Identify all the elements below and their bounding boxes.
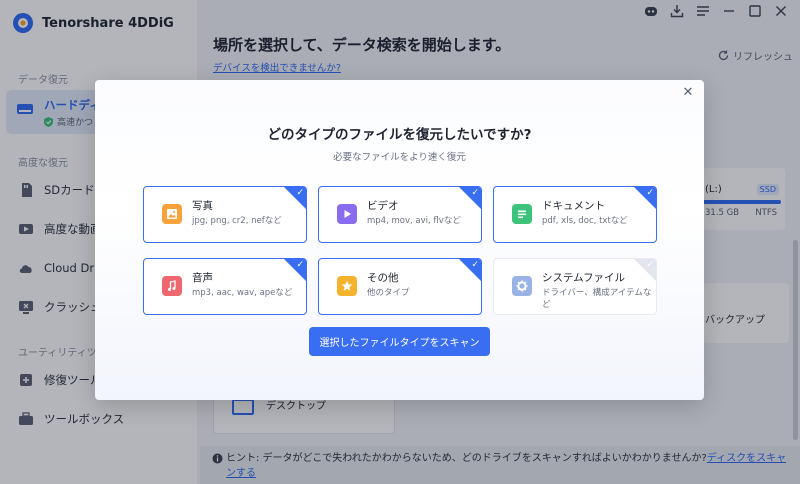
- file-type-card-system[interactable]: ✓ システムファイル ドライバー、構成アイテムなど: [493, 258, 657, 315]
- file-type-extensions: mp4, mov, avi, flvなど: [367, 216, 461, 226]
- close-icon[interactable]: ✕: [680, 84, 696, 100]
- file-type-name: ドキュメント: [542, 200, 605, 212]
- file-type-dialog: ✕ どのタイプのファイルを復元したいですか? 必要なファイルをより速く復元 ✓ …: [95, 80, 704, 400]
- file-type-card-other[interactable]: ✓ その他 他のタイプ: [318, 258, 482, 315]
- check-icon: ✓: [471, 188, 479, 198]
- scan-selected-types-button[interactable]: 選択したファイルタイプをスキャン: [309, 327, 490, 356]
- check-icon: ✓: [296, 260, 304, 270]
- file-type-extensions: pdf, xls, doc, txtなど: [542, 216, 628, 226]
- file-type-extensions: ドライバー、構成アイテムなど: [542, 288, 652, 310]
- video-play-icon: [337, 204, 357, 224]
- file-type-extensions: 他のタイプ: [367, 288, 410, 298]
- star-icon: [337, 276, 357, 296]
- check-icon: ✓: [296, 188, 304, 198]
- music-icon: [162, 276, 182, 296]
- file-type-extensions: jpg, png, cr2, nefなど: [192, 216, 282, 226]
- check-icon: ✓: [646, 188, 654, 198]
- dialog-subtitle: 必要なファイルをより速く復元: [333, 152, 466, 163]
- file-type-name: 音声: [192, 272, 213, 284]
- check-icon: ✓: [471, 260, 479, 270]
- file-type-card-document[interactable]: ✓ ドキュメント pdf, xls, doc, txtなど: [493, 186, 657, 243]
- gear-icon: [512, 276, 532, 296]
- file-type-card-photo[interactable]: ✓ 写真 jpg, png, cr2, nefなど: [143, 186, 307, 243]
- file-type-name: その他: [367, 272, 399, 284]
- document-icon: [512, 204, 532, 224]
- file-type-card-video[interactable]: ✓ ビデオ mp4, mov, avi, flvなど: [318, 186, 482, 243]
- file-type-name: システムファイル: [542, 272, 626, 284]
- file-type-name: ビデオ: [367, 200, 399, 212]
- dialog-title: どのタイプのファイルを復元したいですか?: [267, 127, 532, 143]
- check-icon: ✓: [646, 260, 654, 270]
- file-type-extensions: mp3, aac, wav, apeなど: [192, 288, 293, 298]
- photo-icon: [162, 204, 182, 224]
- file-type-card-audio[interactable]: ✓ 音声 mp3, aac, wav, apeなど: [143, 258, 307, 315]
- file-type-name: 写真: [192, 200, 213, 212]
